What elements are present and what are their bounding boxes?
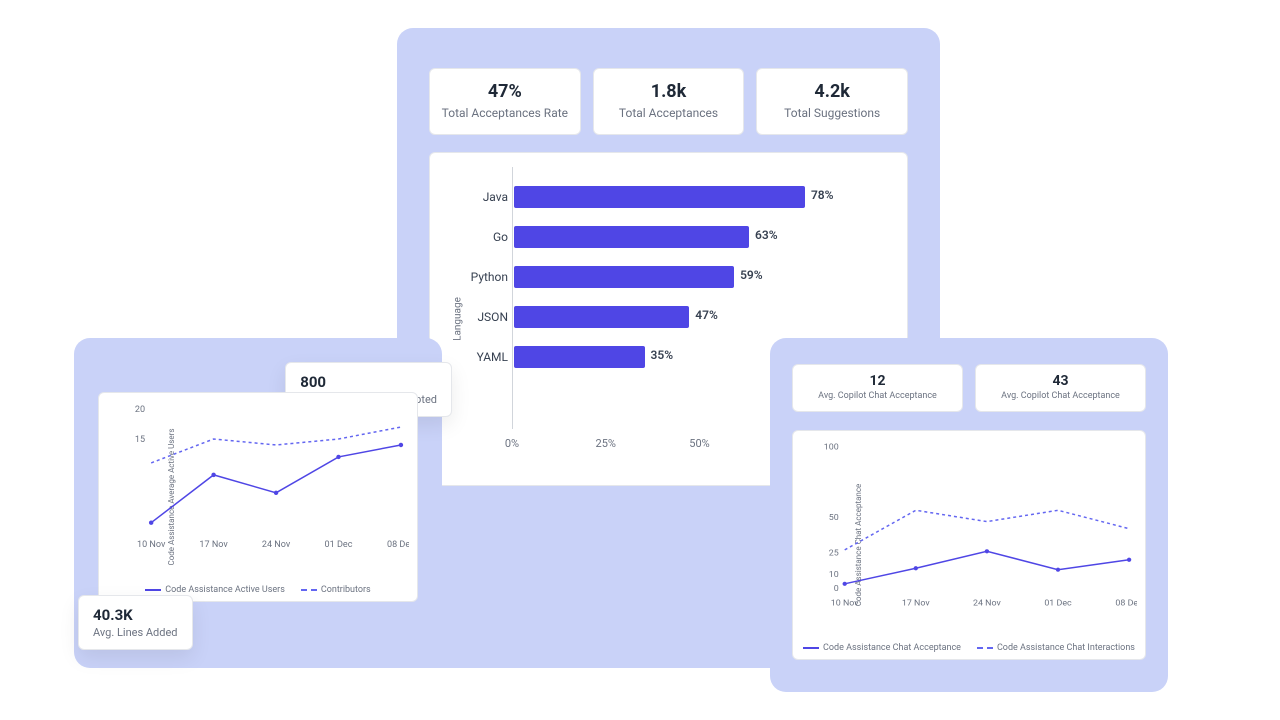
bar-track: 78% bbox=[514, 186, 887, 208]
bar-value-label: 47% bbox=[695, 308, 718, 322]
svg-text:25: 25 bbox=[829, 549, 839, 559]
bar-value-label: 63% bbox=[755, 228, 778, 242]
bar-row: Python 59% bbox=[470, 257, 887, 297]
svg-text:15: 15 bbox=[135, 435, 145, 445]
legend-swatch-solid bbox=[803, 647, 819, 649]
svg-text:10 Nov: 10 Nov bbox=[137, 540, 166, 550]
mini-kpi-2: 43 Avg. Copilot Chat Acceptance bbox=[975, 364, 1146, 412]
bar-value-label: 59% bbox=[740, 268, 763, 282]
bar-fill bbox=[514, 266, 734, 288]
legend-item-dashed: Contributors bbox=[301, 585, 371, 595]
svg-text:08 Dec: 08 Dec bbox=[1115, 598, 1137, 608]
bar-fill bbox=[514, 186, 805, 208]
svg-text:01 Dec: 01 Dec bbox=[325, 540, 353, 550]
bar-chart-ylabel: Language bbox=[452, 297, 463, 341]
bar-row: Java 78% bbox=[470, 177, 887, 217]
legend-item-dashed: Code Assistance Chat Interactions bbox=[977, 643, 1135, 653]
svg-text:17 Nov: 17 Nov bbox=[199, 540, 228, 550]
kpi-value: 1.8k bbox=[600, 81, 738, 102]
svg-text:20: 20 bbox=[135, 405, 145, 415]
bar-fill bbox=[514, 306, 689, 328]
bar-category: JSON bbox=[470, 310, 514, 324]
xaxis-tick: 0% bbox=[505, 437, 519, 450]
xaxis-tick: 25% bbox=[596, 437, 616, 450]
svg-text:10 Nov: 10 Nov bbox=[831, 598, 860, 608]
line-chart-legend: Code Assistance Active Users Contributor… bbox=[99, 585, 417, 595]
svg-text:100: 100 bbox=[824, 443, 839, 453]
bar-category: Go bbox=[470, 230, 514, 244]
legend-item-solid: Code Assistance Chat Acceptance bbox=[803, 643, 961, 653]
bar-fill bbox=[514, 226, 749, 248]
line-chart-svg: 20 15 10 Nov 17 Nov 24 Nov 01 Dec 08 Dec bbox=[127, 401, 409, 553]
kpi-card-total-suggestions: 4.2k Total Suggestions bbox=[756, 68, 908, 135]
kpi-label: Total Suggestions bbox=[763, 106, 901, 120]
float-kpi-value: 800 bbox=[300, 373, 437, 391]
bar-category: YAML bbox=[470, 350, 514, 364]
mini-kpi-value: 12 bbox=[797, 373, 958, 389]
kpi-value: 47% bbox=[436, 81, 574, 102]
active-users-line-chart: Code Assistance Average Active Users 201… bbox=[98, 392, 418, 602]
mini-kpi-row: 12 Avg. Copilot Chat Acceptance 43 Avg. … bbox=[792, 364, 1146, 412]
svg-text:17 Nov: 17 Nov bbox=[902, 598, 931, 608]
bar-track: 63% bbox=[514, 226, 887, 248]
svg-text:08 Dec: 08 Dec bbox=[387, 540, 409, 550]
line-chart-svg: 100502510010 Nov17 Nov24 Nov01 Dec08 Dec bbox=[821, 439, 1137, 611]
bar-track: 47% bbox=[514, 306, 887, 328]
svg-text:0: 0 bbox=[834, 584, 839, 594]
left-panel: 800 Avg. Copilot Lines Accepted Code Ass… bbox=[74, 338, 442, 668]
bar-category: Java bbox=[470, 190, 514, 204]
svg-text:24 Nov: 24 Nov bbox=[973, 598, 1002, 608]
bar-track: 59% bbox=[514, 266, 887, 288]
xaxis-tick: 50% bbox=[689, 437, 709, 450]
mini-kpi-1: 12 Avg. Copilot Chat Acceptance bbox=[792, 364, 963, 412]
bar-row: JSON 47% bbox=[470, 297, 887, 337]
legend-item-solid: Code Assistance Active Users bbox=[145, 585, 285, 595]
bar-category: Python bbox=[470, 270, 514, 284]
kpi-row: 47% Total Acceptances Rate 1.8k Total Ac… bbox=[429, 68, 908, 135]
svg-text:24 Nov: 24 Nov bbox=[262, 540, 291, 550]
svg-text:10: 10 bbox=[829, 570, 839, 580]
float-kpi-label: Avg. Lines Added bbox=[93, 626, 178, 639]
bar-fill bbox=[514, 346, 645, 368]
mini-kpi-value: 43 bbox=[980, 373, 1141, 389]
legend-swatch-solid bbox=[145, 589, 161, 591]
mini-kpi-label: Avg. Copilot Chat Acceptance bbox=[797, 391, 958, 401]
legend-swatch-dashed bbox=[301, 589, 317, 591]
kpi-label: Total Acceptances bbox=[600, 106, 738, 120]
bar-value-label: 78% bbox=[811, 188, 834, 202]
bar-value-label: 35% bbox=[651, 348, 674, 362]
svg-text:50: 50 bbox=[829, 513, 839, 523]
svg-text:01 Dec: 01 Dec bbox=[1044, 598, 1072, 608]
kpi-value: 4.2k bbox=[763, 81, 901, 102]
float-kpi-value: 40.3K bbox=[93, 606, 178, 624]
mini-kpi-label: Avg. Copilot Chat Acceptance bbox=[980, 391, 1141, 401]
line-chart-legend: Code Assistance Chat Acceptance Code Ass… bbox=[793, 643, 1145, 653]
bar-row: Go 63% bbox=[470, 217, 887, 257]
kpi-card-acceptance-rate: 47% Total Acceptances Rate bbox=[429, 68, 581, 135]
chat-acceptance-line-chart: Code Assistance Chat Acceptance 10050251… bbox=[792, 430, 1146, 660]
kpi-label: Total Acceptances Rate bbox=[436, 106, 574, 120]
float-kpi-lines-added: 40.3K Avg. Lines Added bbox=[78, 595, 193, 650]
kpi-card-total-acceptances: 1.8k Total Acceptances bbox=[593, 68, 745, 135]
legend-swatch-dashed bbox=[977, 647, 993, 649]
right-panel: 12 Avg. Copilot Chat Acceptance 43 Avg. … bbox=[770, 338, 1168, 692]
